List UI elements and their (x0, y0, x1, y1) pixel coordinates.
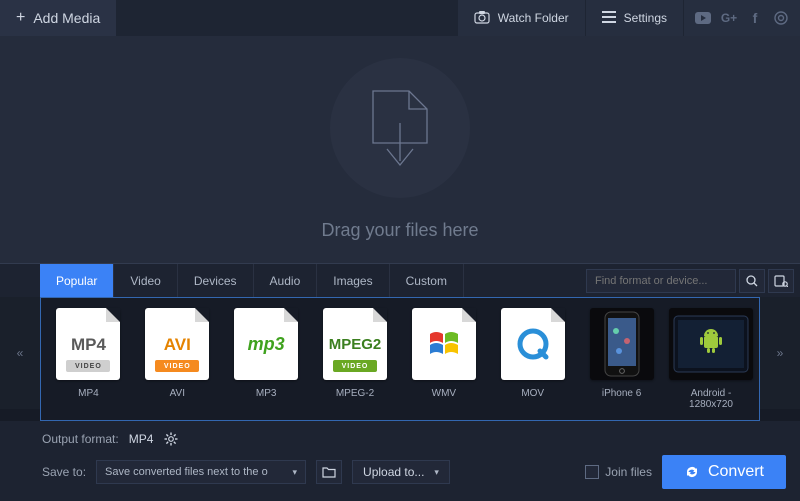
format-card-avi[interactable]: AVIVIDEO AVI (136, 308, 219, 410)
gear-icon (164, 432, 178, 446)
windows-icon (426, 326, 462, 362)
format-card-android[interactable]: Android - 1280x720 (669, 308, 753, 410)
tab-custom[interactable]: Custom (390, 264, 464, 297)
tab-audio[interactable]: Audio (254, 264, 318, 297)
tab-popular[interactable]: Popular (40, 264, 114, 297)
android-icon (669, 308, 753, 380)
output-format-value: MP4 (129, 432, 154, 446)
iphone-icon (590, 308, 654, 380)
quicktime-icon (516, 327, 550, 361)
drop-hint: Drag your files here (321, 220, 478, 241)
format-cards: MP4VIDEO MP4 AVIVIDEO AVI mp3 MP3 MPEG2V… (40, 297, 760, 421)
tab-images[interactable]: Images (317, 264, 389, 297)
drop-zone[interactable]: Drag your files here (0, 36, 800, 263)
social-icons: G+ f (684, 0, 800, 36)
toolbar-spacer (117, 0, 457, 36)
save-to-dropdown[interactable]: Save converted files next to the o ▾ (96, 460, 306, 484)
bottom-bar: Output format: MP4 Save to: Save convert… (0, 421, 800, 501)
format-card-wmv[interactable]: WMV (402, 308, 485, 410)
chevron-down-icon: ▾ (293, 467, 298, 478)
refresh-icon (684, 464, 700, 480)
output-format-label: Output format: (42, 432, 119, 446)
help-icon[interactable] (768, 0, 794, 36)
add-media-label: Add Media (33, 10, 100, 26)
output-settings-button[interactable] (163, 431, 179, 447)
format-card-mp3[interactable]: mp3 MP3 (225, 308, 308, 410)
format-card-mpeg2[interactable]: MPEG2VIDEO MPEG-2 (314, 308, 397, 410)
convert-button[interactable]: Convert (662, 455, 786, 489)
search-input[interactable] (586, 269, 736, 293)
watch-folder-button[interactable]: Watch Folder (458, 0, 586, 36)
watch-folder-label: Watch Folder (498, 11, 569, 25)
format-tabs: Popular Video Devices Audio Images Custo… (40, 264, 464, 297)
search-icon (746, 275, 758, 287)
carousel-prev-button[interactable]: « (0, 297, 40, 409)
settings-label: Settings (624, 11, 667, 25)
format-carousel: « MP4VIDEO MP4 AVIVIDEO AVI mp3 MP3 MPEG… (0, 297, 800, 421)
format-card-mp4[interactable]: MP4VIDEO MP4 (47, 308, 130, 410)
chevron-down-icon: ▾ (434, 467, 439, 478)
save-to-label: Save to: (42, 465, 86, 479)
browse-folder-button[interactable] (316, 460, 342, 484)
device-search-icon (774, 275, 788, 287)
format-card-mov[interactable]: MOV (491, 308, 574, 410)
tab-devices[interactable]: Devices (178, 264, 254, 297)
youtube-icon[interactable] (690, 0, 716, 36)
tab-video[interactable]: Video (114, 264, 177, 297)
drop-zone-circle (330, 58, 470, 198)
join-files-toggle[interactable]: Join files (585, 465, 652, 479)
search-wrap (586, 264, 800, 297)
upload-to-button[interactable]: Upload to... ▾ (352, 460, 450, 484)
camera-icon (474, 10, 490, 27)
settings-button[interactable]: Settings (586, 0, 684, 36)
google-plus-icon[interactable]: G+ (716, 0, 742, 36)
carousel-next-button[interactable]: » (760, 297, 800, 409)
facebook-icon[interactable]: f (742, 0, 768, 36)
folder-icon (322, 466, 336, 478)
category-bar: Popular Video Devices Audio Images Custo… (0, 263, 800, 297)
plus-icon: + (16, 9, 25, 27)
format-card-iphone6[interactable]: iPhone 6 (580, 308, 663, 410)
checkbox-icon (585, 465, 599, 479)
search-button[interactable] (739, 269, 765, 293)
file-arrow-icon (371, 89, 429, 167)
device-detect-button[interactable] (768, 269, 794, 293)
add-media-button[interactable]: + Add Media (0, 0, 117, 36)
tab-spacer (464, 264, 586, 297)
menu-icon (602, 11, 616, 26)
top-toolbar: + Add Media Watch Folder Settings G+ f (0, 0, 800, 36)
